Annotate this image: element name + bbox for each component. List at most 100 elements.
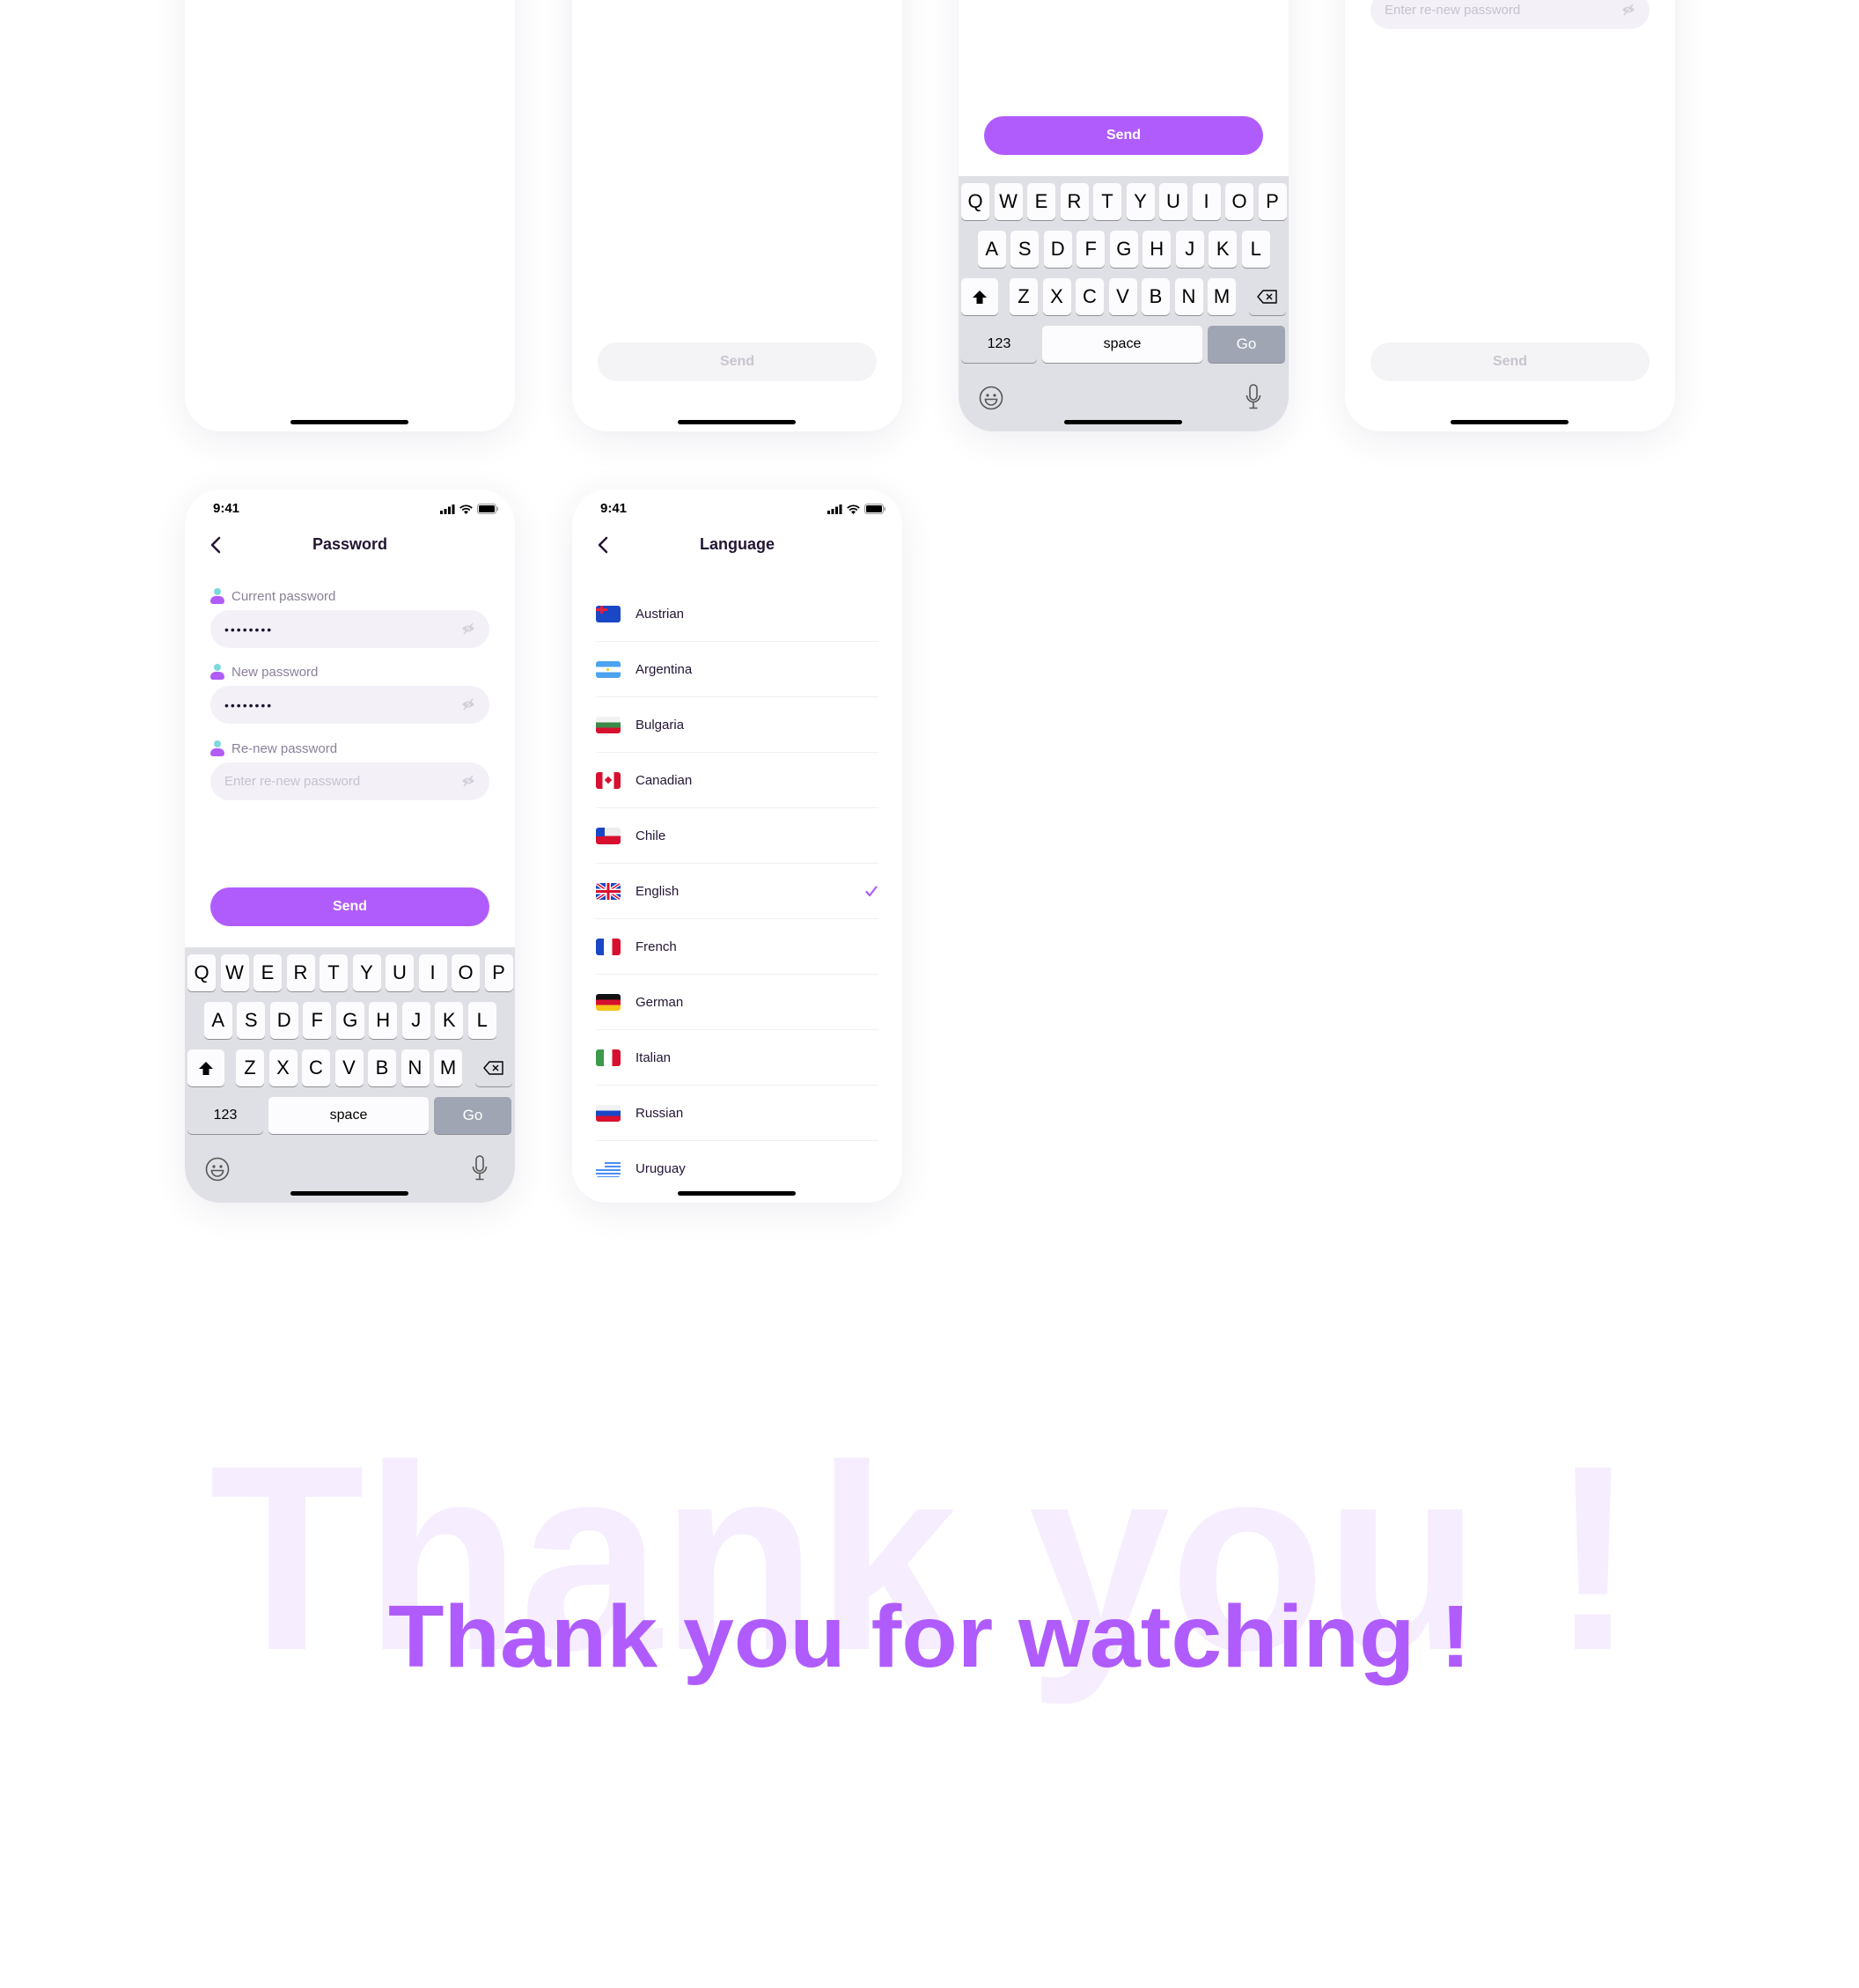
key-w[interactable]: W — [220, 954, 249, 991]
key-g[interactable]: G — [1109, 231, 1138, 268]
key-m[interactable]: M — [1208, 278, 1236, 315]
key-i[interactable]: I — [418, 954, 447, 991]
microphone-icon[interactable] — [1245, 384, 1261, 415]
key-l[interactable]: L — [1241, 231, 1270, 268]
key-h[interactable]: H — [369, 1002, 398, 1039]
language-item[interactable]: Italian — [572, 1030, 902, 1086]
delete-key[interactable] — [1249, 278, 1286, 315]
key-y[interactable]: Y — [352, 954, 381, 991]
placeholder: Enter re-new password — [1385, 3, 1521, 18]
numbers-key[interactable]: 123 — [187, 1097, 263, 1134]
key-k[interactable]: K — [435, 1002, 464, 1039]
send-button[interactable]: Send — [984, 116, 1263, 155]
key-f[interactable]: F — [303, 1002, 332, 1039]
emoji-icon[interactable] — [205, 1157, 230, 1186]
key-q[interactable]: Q — [187, 954, 216, 991]
current-password-input[interactable]: •••••••• — [210, 610, 489, 648]
key-z[interactable]: Z — [236, 1049, 264, 1086]
key-c[interactable]: C — [1076, 278, 1104, 315]
key-j[interactable]: J — [401, 1002, 430, 1039]
key-x[interactable]: X — [1042, 278, 1071, 315]
key-f[interactable]: F — [1076, 231, 1106, 268]
key-a[interactable]: A — [977, 231, 1006, 268]
key-x[interactable]: X — [268, 1049, 298, 1086]
send-button[interactable]: Send — [598, 342, 877, 381]
emoji-icon[interactable] — [979, 386, 1003, 415]
key-a[interactable]: A — [203, 1002, 232, 1039]
key-i[interactable]: I — [1192, 183, 1221, 220]
key-t[interactable]: T — [320, 954, 348, 991]
key-t[interactable]: T — [1093, 183, 1121, 220]
key-b[interactable]: B — [368, 1049, 396, 1086]
key-r[interactable]: R — [286, 954, 315, 991]
key-q[interactable]: Q — [961, 183, 989, 220]
key-n[interactable]: N — [400, 1049, 430, 1086]
eye-off-icon[interactable] — [461, 622, 475, 638]
status-time: 9:41 — [213, 501, 240, 516]
send-button[interactable]: Send — [210, 887, 489, 926]
space-key[interactable]: space — [1042, 326, 1202, 363]
key-r[interactable]: R — [1060, 183, 1089, 220]
key-p[interactable]: P — [484, 954, 513, 991]
language-item[interactable]: Bulgaria — [572, 697, 902, 753]
key-m[interactable]: M — [434, 1049, 462, 1086]
key-n[interactable]: N — [1174, 278, 1203, 315]
renew-password-input[interactable]: Enter re-new password — [210, 762, 489, 800]
language-item[interactable]: Chile — [572, 808, 902, 864]
language-item[interactable]: Canadian — [572, 753, 902, 808]
key-h[interactable]: H — [1143, 231, 1172, 268]
delete-icon — [1257, 290, 1277, 304]
new-password-input[interactable]: •••••••• — [210, 686, 489, 724]
renew-password-input[interactable]: Enter re-new password — [1370, 0, 1650, 29]
status-icons — [440, 503, 499, 519]
eye-off-icon[interactable] — [1621, 4, 1635, 19]
key-s[interactable]: S — [237, 1002, 266, 1039]
key-k[interactable]: K — [1209, 231, 1238, 268]
key-z[interactable]: Z — [1010, 278, 1038, 315]
language-item[interactable]: Austrian — [572, 586, 902, 642]
language-item[interactable]: Uruguay — [572, 1141, 902, 1196]
language-item[interactable]: Russian — [572, 1086, 902, 1141]
shift-key[interactable] — [187, 1049, 224, 1086]
language-item[interactable]: German — [572, 975, 902, 1030]
australia-flag-icon — [596, 606, 621, 622]
uk-flag-icon — [596, 883, 621, 900]
language-item[interactable]: Argentina — [572, 642, 902, 697]
password-screen: 9:41 Password Current password •••••••• … — [185, 490, 515, 1203]
eye-off-icon[interactable] — [461, 698, 475, 714]
key-d[interactable]: D — [269, 1002, 298, 1039]
key-p[interactable]: P — [1258, 183, 1287, 220]
key-b[interactable]: B — [1142, 278, 1170, 315]
key-c[interactable]: C — [302, 1049, 330, 1086]
key-o[interactable]: O — [452, 954, 480, 991]
numbers-key[interactable]: 123 — [961, 326, 1037, 363]
eye-off-icon[interactable] — [461, 775, 475, 791]
key-g[interactable]: G — [335, 1002, 364, 1039]
uruguay-flag-icon — [596, 1160, 621, 1177]
key-j[interactable]: J — [1175, 231, 1204, 268]
key-d[interactable]: D — [1043, 231, 1072, 268]
space-key[interactable]: space — [268, 1097, 429, 1134]
battery-icon — [864, 503, 886, 519]
microphone-icon[interactable] — [472, 1155, 488, 1186]
delete-key[interactable] — [475, 1049, 512, 1086]
key-o[interactable]: O — [1225, 183, 1253, 220]
key-u[interactable]: U — [1159, 183, 1187, 220]
key-v[interactable]: V — [1108, 278, 1137, 315]
key-u[interactable]: U — [386, 954, 414, 991]
key-s[interactable]: S — [1010, 231, 1040, 268]
go-key[interactable]: Go — [1208, 326, 1285, 363]
send-button[interactable]: Send — [1370, 342, 1650, 381]
key-e[interactable]: E — [1027, 183, 1055, 220]
signal-icon — [827, 503, 842, 519]
go-key[interactable]: Go — [434, 1097, 511, 1134]
language-item[interactable]: French — [572, 919, 902, 975]
language-item[interactable]: English — [572, 864, 902, 919]
key-v[interactable]: V — [334, 1049, 364, 1086]
shift-key[interactable] — [961, 278, 998, 315]
key-e[interactable]: E — [254, 954, 282, 991]
language-label: Chile — [636, 828, 666, 843]
key-w[interactable]: W — [994, 183, 1023, 220]
key-y[interactable]: Y — [1126, 183, 1155, 220]
key-l[interactable]: L — [467, 1002, 496, 1039]
